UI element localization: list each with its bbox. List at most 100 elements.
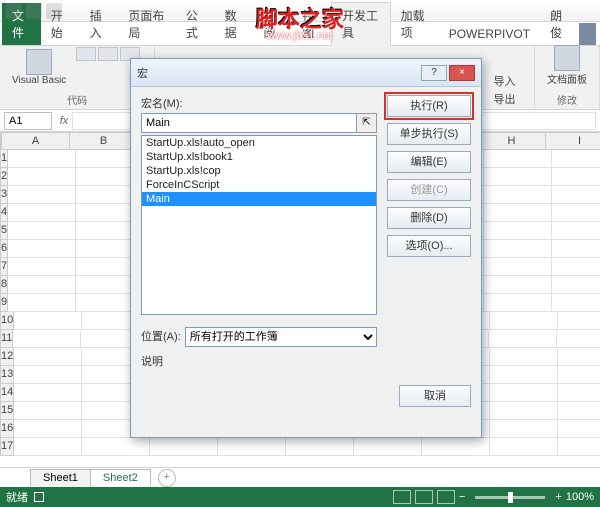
dialog-help-button[interactable]: ? bbox=[421, 65, 447, 81]
cell[interactable] bbox=[558, 402, 600, 420]
cell[interactable] bbox=[490, 348, 558, 366]
cell[interactable] bbox=[558, 420, 600, 438]
col-header[interactable]: H bbox=[478, 132, 546, 150]
dialog-close-button[interactable]: × bbox=[449, 65, 475, 81]
cell[interactable] bbox=[558, 438, 600, 456]
import-button[interactable]: 导入 bbox=[494, 73, 516, 89]
cell[interactable] bbox=[14, 438, 82, 456]
zoom-slider[interactable] bbox=[475, 496, 545, 499]
row-header[interactable]: 1 bbox=[0, 150, 8, 168]
list-item[interactable]: StartUp.xls!auto_open bbox=[142, 136, 376, 150]
list-item[interactable]: ForceInCScript bbox=[142, 178, 376, 192]
avatar-icon[interactable] bbox=[579, 23, 596, 45]
cell[interactable] bbox=[552, 258, 600, 276]
tab-data[interactable]: 数据 bbox=[215, 3, 254, 45]
cell[interactable] bbox=[552, 204, 600, 222]
row-header[interactable]: 15 bbox=[0, 402, 14, 420]
export-button[interactable]: 导出 bbox=[494, 91, 516, 107]
cell[interactable] bbox=[14, 348, 82, 366]
cell[interactable] bbox=[490, 366, 558, 384]
row-header[interactable]: 6 bbox=[0, 240, 8, 258]
row-header[interactable]: 8 bbox=[0, 276, 8, 294]
row-header[interactable]: 13 bbox=[0, 366, 14, 384]
tab-layout[interactable]: 页面布局 bbox=[118, 3, 176, 45]
cell[interactable] bbox=[552, 168, 600, 186]
list-item-selected[interactable]: Main bbox=[142, 192, 376, 206]
cell[interactable] bbox=[82, 438, 150, 456]
tab-insert[interactable]: 插入 bbox=[80, 3, 119, 45]
row-header[interactable]: 12 bbox=[0, 348, 14, 366]
view-page-layout-icon[interactable] bbox=[415, 490, 433, 504]
sheet-tab-sheet2[interactable]: Sheet2 bbox=[90, 469, 151, 487]
macro-name-input[interactable] bbox=[141, 113, 357, 133]
cell[interactable] bbox=[14, 384, 82, 402]
row-header[interactable]: 7 bbox=[0, 258, 8, 276]
zoom-out-button[interactable]: − bbox=[459, 491, 465, 503]
row-header[interactable]: 14 bbox=[0, 384, 14, 402]
row-header[interactable]: 9 bbox=[0, 294, 8, 312]
col-header[interactable]: B bbox=[70, 132, 138, 150]
record-macro-button[interactable] bbox=[98, 47, 118, 61]
cell[interactable] bbox=[13, 330, 81, 348]
cell[interactable] bbox=[558, 366, 600, 384]
tab-view[interactable]: 视图 bbox=[292, 3, 331, 45]
cell[interactable] bbox=[490, 384, 558, 402]
cell[interactable] bbox=[484, 240, 552, 258]
row-header[interactable]: 4 bbox=[0, 204, 8, 222]
cell[interactable] bbox=[14, 312, 82, 330]
edit-button[interactable]: 编辑(E) bbox=[387, 151, 471, 173]
qat-save-icon[interactable] bbox=[6, 3, 22, 19]
cell[interactable] bbox=[14, 402, 82, 420]
cell[interactable] bbox=[552, 150, 600, 168]
cell[interactable] bbox=[150, 438, 218, 456]
cell[interactable] bbox=[552, 294, 600, 312]
cell[interactable] bbox=[8, 168, 76, 186]
col-header[interactable]: I bbox=[546, 132, 600, 150]
cell[interactable] bbox=[490, 312, 558, 330]
cell[interactable] bbox=[354, 438, 422, 456]
row-header[interactable]: 3 bbox=[0, 186, 8, 204]
sheet-tab-sheet1[interactable]: Sheet1 bbox=[30, 469, 91, 486]
cell[interactable] bbox=[8, 240, 76, 258]
cell[interactable] bbox=[558, 348, 600, 366]
cell[interactable] bbox=[8, 150, 76, 168]
row-header[interactable]: 10 bbox=[0, 312, 14, 330]
qat-undo-icon[interactable] bbox=[26, 3, 42, 19]
step-into-button[interactable]: 单步执行(S) bbox=[387, 123, 471, 145]
cell[interactable] bbox=[558, 312, 600, 330]
cell[interactable] bbox=[484, 186, 552, 204]
tab-review[interactable]: 审阅 bbox=[253, 3, 292, 45]
tab-developer[interactable]: 开发工具 bbox=[331, 2, 391, 46]
cell[interactable] bbox=[490, 402, 558, 420]
tab-formulas[interactable]: 公式 bbox=[176, 3, 215, 45]
cell[interactable] bbox=[484, 294, 552, 312]
cell[interactable] bbox=[552, 276, 600, 294]
cell[interactable] bbox=[8, 258, 76, 276]
tab-addins[interactable]: 加载项 bbox=[391, 3, 439, 45]
row-header[interactable]: 2 bbox=[0, 168, 8, 186]
cell[interactable] bbox=[490, 438, 558, 456]
name-box[interactable] bbox=[4, 112, 52, 130]
cell[interactable] bbox=[8, 294, 76, 312]
col-header[interactable]: A bbox=[2, 132, 70, 150]
cell[interactable] bbox=[484, 258, 552, 276]
cell[interactable] bbox=[8, 276, 76, 294]
row-header[interactable]: 17 bbox=[0, 438, 14, 456]
cell[interactable] bbox=[552, 222, 600, 240]
delete-button[interactable]: 删除(D) bbox=[387, 207, 471, 229]
user-name[interactable]: 朗俊 bbox=[540, 3, 579, 45]
row-header[interactable]: 5 bbox=[0, 222, 8, 240]
run-button[interactable]: 执行(R) bbox=[387, 95, 471, 117]
macro-name-jump-button[interactable]: ⇱ bbox=[357, 113, 377, 133]
list-item[interactable]: StartUp.xls!book1 bbox=[142, 150, 376, 164]
cell[interactable] bbox=[484, 276, 552, 294]
document-panel-button[interactable]: 文档面板 bbox=[543, 43, 591, 90]
cell[interactable] bbox=[484, 204, 552, 222]
cell[interactable] bbox=[484, 168, 552, 186]
cell[interactable] bbox=[286, 438, 354, 456]
row-header[interactable]: 11 bbox=[0, 330, 13, 348]
cell[interactable] bbox=[8, 186, 76, 204]
list-item[interactable]: StartUp.xls!cop bbox=[142, 164, 376, 178]
options-button[interactable]: 选项(O)... bbox=[387, 235, 471, 257]
cell[interactable] bbox=[558, 384, 600, 402]
